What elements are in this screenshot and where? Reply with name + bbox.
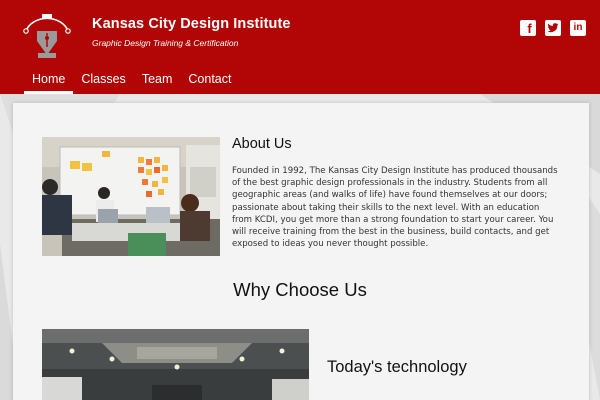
main-nav: Home Classes Team Contact [24, 71, 239, 94]
site-header: Kansas City Design Institute Graphic Des… [0, 0, 600, 94]
site-tagline: Graphic Design Training & Certification [92, 38, 239, 48]
building-interior-photo [42, 329, 309, 400]
twitter-bird-shape [547, 23, 559, 33]
feature-heading-technology: Today's technology [327, 358, 467, 376]
about-paragraph: Founded in 1992, The Kansas City Design … [232, 166, 558, 250]
nav-classes[interactable]: Classes [73, 71, 133, 94]
site-title[interactable]: Kansas City Design Institute [92, 16, 291, 32]
why-choose-us-heading: Why Choose Us [233, 279, 367, 300]
nav-contact[interactable]: Contact [180, 71, 239, 94]
pen-nib-logo [23, 14, 71, 58]
twitter-icon[interactable] [545, 20, 561, 36]
linkedin-icon[interactable]: in [570, 20, 586, 36]
nav-home[interactable]: Home [24, 71, 74, 94]
about-heading: About Us [232, 136, 292, 152]
nav-team[interactable]: Team [134, 71, 181, 94]
classroom-photo [42, 137, 220, 256]
facebook-icon[interactable]: f [520, 20, 536, 36]
